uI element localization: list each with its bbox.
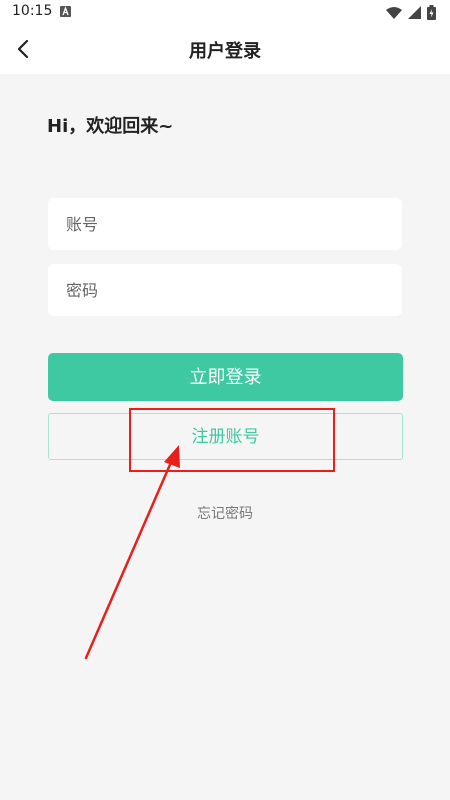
status-icons	[386, 4, 436, 20]
a-notification-icon	[60, 6, 71, 17]
register-button[interactable]: 注册账号	[48, 413, 403, 460]
forgot-password-link[interactable]: 忘记密码	[0, 503, 450, 523]
status-time: 10:15	[12, 3, 53, 19]
greeting-text: Hi，欢迎回来~	[47, 116, 174, 137]
signal-icon	[408, 5, 421, 19]
password-input[interactable]	[48, 264, 402, 316]
login-button[interactable]: 立即登录	[48, 353, 403, 401]
status-bar: 10:15	[0, 0, 450, 24]
page-title: 用户登录	[189, 41, 261, 62]
battery-icon	[427, 4, 436, 20]
wifi-icon	[386, 6, 402, 19]
header: 用户登录	[0, 24, 450, 74]
account-input[interactable]	[48, 198, 402, 250]
